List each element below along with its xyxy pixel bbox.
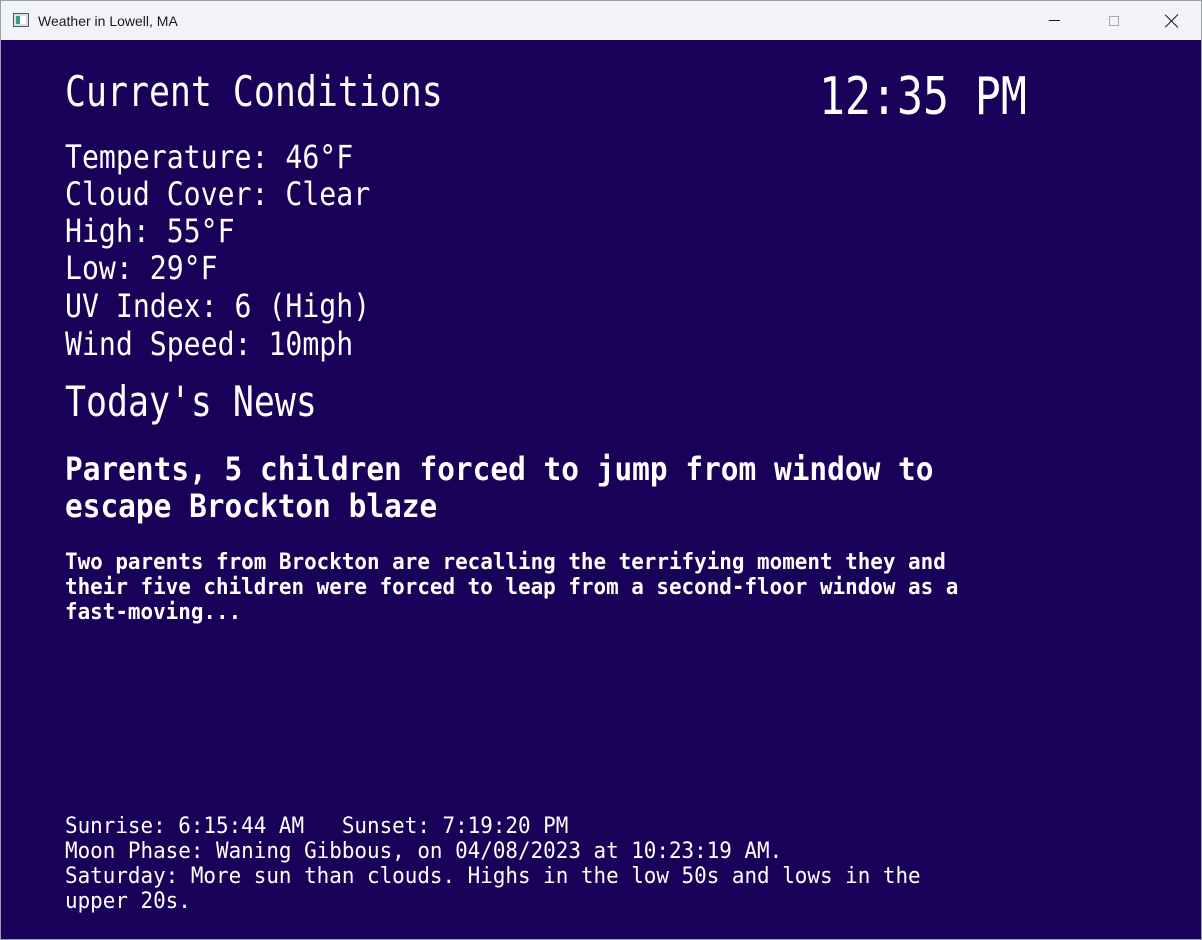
news-summary: Two parents from Brockton are recalling …: [65, 550, 958, 625]
uv-index-text: UV Index: 6 (High): [65, 287, 371, 325]
news-heading: Today's News: [65, 377, 317, 426]
conditions-heading: Current Conditions: [65, 67, 443, 116]
summary-line-3: fast-moving...: [65, 600, 242, 625]
low-temp-text: Low: 29°F: [65, 249, 218, 287]
forecast-line-1: Saturday: More sun than clouds. Highs in…: [65, 864, 921, 889]
maximize-icon: [1109, 15, 1119, 26]
wind-speed-text: Wind Speed: 10mph: [65, 325, 354, 363]
current-time: 12:35 PM: [819, 67, 1027, 127]
maximize-button[interactable]: [1085, 1, 1143, 40]
close-icon: [1165, 14, 1179, 28]
summary-line-2: their five children were forced to leap …: [65, 575, 959, 600]
weather-display: Current Conditions 12:35 PM Temperature:…: [1, 40, 1201, 939]
moon-phase-text: Moon Phase: Waning Gibbous, on 04/08/202…: [65, 839, 783, 864]
minimize-button[interactable]: [1025, 1, 1083, 40]
forecast-line-2: upper 20s.: [65, 889, 191, 914]
close-button[interactable]: [1143, 1, 1201, 40]
summary-line-1: Two parents from Brockton are recalling …: [65, 550, 946, 575]
app-window-icon: [13, 13, 29, 27]
sunrise-sunset-text: Sunrise: 6:15:44 AM Sunset: 7:19:20 PM: [65, 814, 569, 839]
minimize-icon: [1048, 20, 1060, 21]
temperature-text: Temperature: 46°F: [65, 138, 354, 176]
news-headline: Parents, 5 children forced to jump from …: [65, 451, 933, 525]
headline-line-1: Parents, 5 children forced to jump from …: [65, 450, 934, 488]
headline-line-2: escape Brockton blaze: [65, 487, 438, 525]
high-temp-text: High: 55°F: [65, 212, 235, 250]
title-bar[interactable]: Weather in Lowell, MA: [1, 1, 1201, 40]
window-title: Weather in Lowell, MA: [38, 13, 178, 29]
cloud-cover-text: Cloud Cover: Clear: [65, 175, 371, 213]
app-window: Weather in Lowell, MA Current Conditions…: [0, 0, 1202, 940]
